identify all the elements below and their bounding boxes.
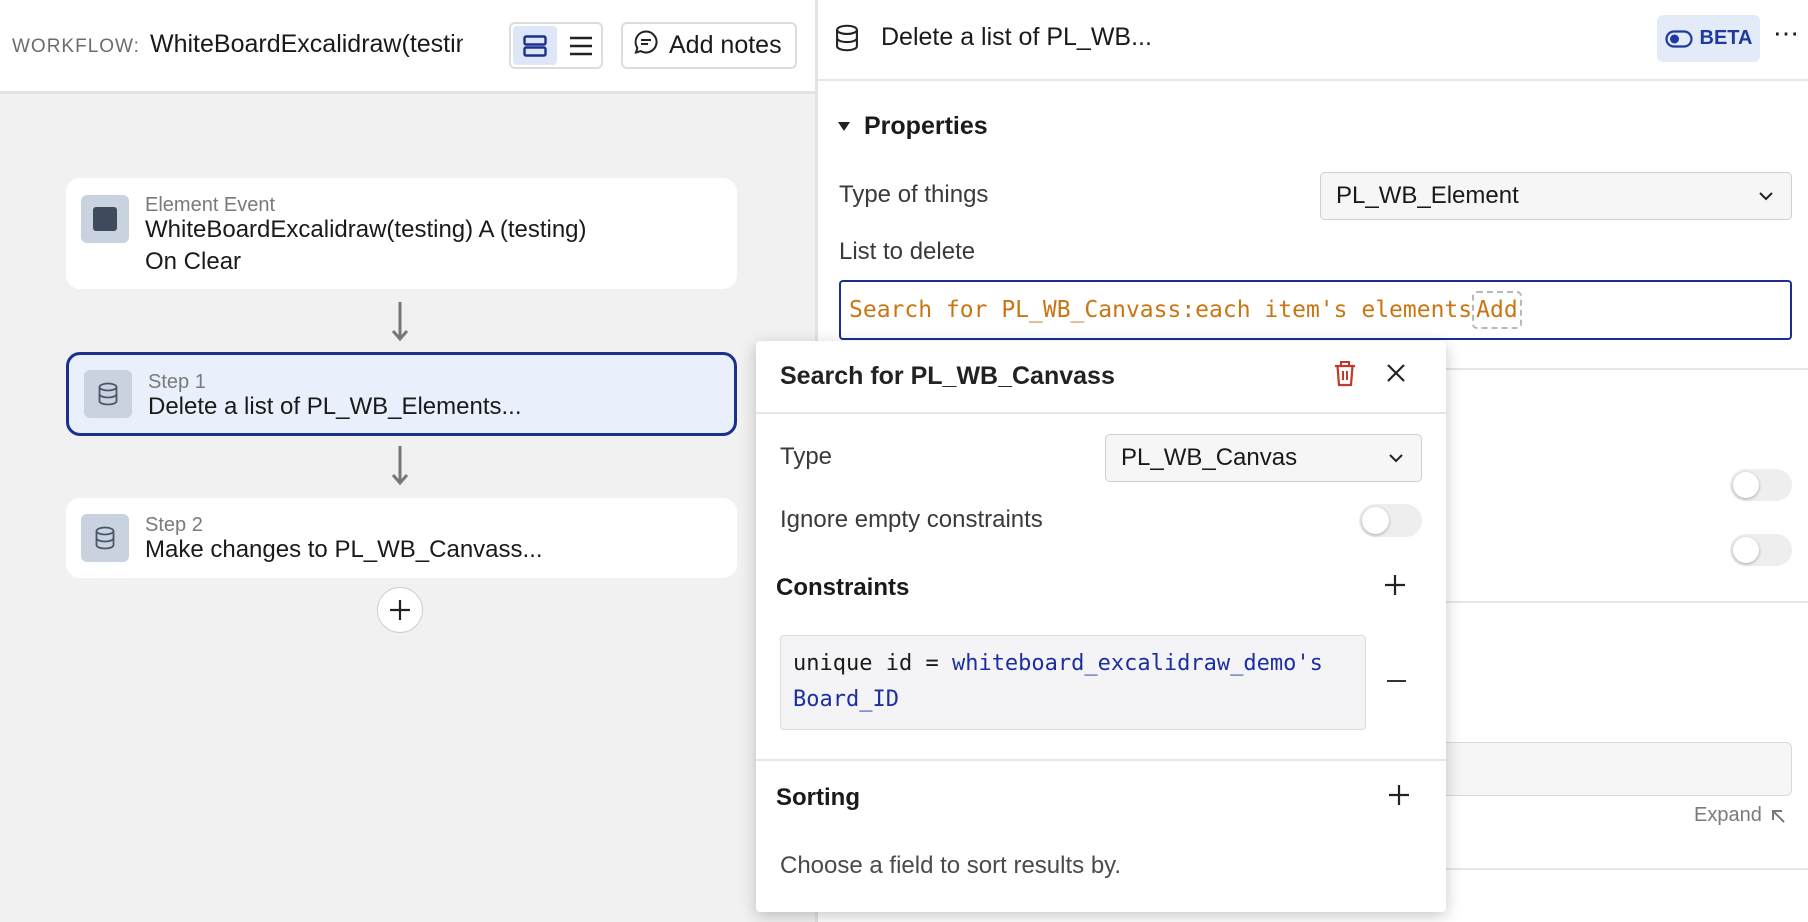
step-1-title: Delete a list of PL_WB_Elements... [148, 393, 522, 420]
properties-section-toggle[interactable]: Properties [838, 112, 988, 141]
ignore-empty-constraints-label: Ignore empty constraints [780, 506, 1043, 533]
sorting-label: Sorting [776, 784, 860, 811]
step-1-card[interactable]: Step 1 Delete a list of PL_WB_Elements..… [66, 352, 737, 436]
toggle-icon [1664, 29, 1693, 48]
panel-header: Delete a list of PL_WB... BETA ⋯ [818, 0, 1808, 81]
search-popover: Search for PL_WB_Canvass Type PL_WB_Canv… [756, 341, 1446, 912]
panel-text-input[interactable] [1438, 742, 1792, 796]
panel-toggle-1[interactable] [1730, 469, 1792, 501]
beta-toggle[interactable]: BETA [1657, 15, 1760, 62]
constraints-label: Constraints [776, 574, 910, 601]
workflow-label: WORKFLOW: [12, 36, 140, 57]
workflow-header: WORKFLOW: WhiteBoardExcalidraw(testing) … [0, 0, 815, 94]
expand-label: Expand [1694, 804, 1762, 826]
card-view-icon[interactable] [513, 26, 557, 65]
panel-toggle-2[interactable] [1730, 534, 1792, 566]
sorting-hint: Choose a field to sort results by. [780, 852, 1122, 879]
arrow-down-icon [391, 302, 409, 342]
divider [756, 759, 1446, 761]
search-type-select[interactable]: PL_WB_Canvas [1105, 434, 1422, 482]
workflow-canvas: WORKFLOW: WhiteBoardExcalidraw(testing) … [0, 0, 815, 922]
chevron-down-icon [1389, 454, 1403, 463]
type-of-things-label: Type of things [839, 181, 989, 208]
arrow-down-icon [391, 446, 409, 486]
type-of-things-value: PL_WB_Element [1336, 182, 1519, 209]
list-to-delete-expression[interactable]: Search for PL_WB_Canvass:each item's ele… [839, 280, 1792, 340]
type-of-things-select[interactable]: PL_WB_Element [1320, 172, 1792, 220]
list-view-icon[interactable] [561, 26, 601, 65]
search-type-value: PL_WB_Canvas [1121, 444, 1298, 471]
close-icon[interactable] [1386, 363, 1406, 383]
trash-icon[interactable] [1334, 361, 1356, 387]
database-icon [81, 514, 129, 562]
database-icon [84, 370, 132, 418]
divider [1438, 368, 1808, 370]
add-constraint-icon[interactable] [1384, 574, 1406, 596]
divider [756, 412, 1446, 414]
popover-title: Search for PL_WB_Canvass [780, 362, 1115, 390]
chevron-down-icon [1759, 192, 1773, 201]
stop-square-icon [81, 195, 129, 243]
add-step-button[interactable] [377, 587, 423, 633]
add-notes-button[interactable]: Add notes [621, 22, 797, 69]
event-trigger: On Clear [145, 248, 242, 275]
divider [1438, 601, 1808, 603]
add-notes-label: Add notes [669, 31, 782, 59]
list-expression-text[interactable]: Search for PL_WB_Canvass:each item's ele… [849, 297, 1472, 323]
constraint-expression[interactable]: unique id = whiteboard_excalidraw_demo's… [780, 635, 1366, 730]
workflow-name-field[interactable]: WhiteBoardExcalidraw(testing) [150, 30, 463, 59]
more-options-icon[interactable]: ⋯ [1773, 18, 1800, 49]
database-icon [836, 24, 858, 52]
add-sorting-icon[interactable] [1388, 784, 1410, 806]
add-expression-button[interactable]: Add [1472, 291, 1522, 329]
event-card[interactable]: Element Event WhiteBoardExcalidraw(testi… [66, 178, 737, 289]
view-toggle [509, 22, 603, 69]
expand-arrow-icon [1771, 809, 1785, 823]
panel-title: Delete a list of PL_WB... [881, 23, 1152, 51]
remove-constraint-icon[interactable] [1387, 680, 1406, 682]
search-type-label: Type [780, 443, 833, 470]
constraint-field: unique id = [793, 651, 939, 676]
expand-button[interactable]: Expand [1694, 804, 1786, 827]
beta-label: BETA [1699, 27, 1753, 49]
divider [1438, 868, 1808, 870]
ignore-empty-constraints-toggle[interactable] [1359, 504, 1422, 537]
step-2-title: Make changes to PL_WB_Canvass... [145, 536, 543, 563]
list-to-delete-label: List to delete [839, 238, 976, 265]
properties-label: Properties [864, 112, 988, 140]
caret-down-icon [838, 122, 850, 131]
plus-icon [390, 600, 410, 620]
event-title: WhiteBoardExcalidraw(testing) A (testing… [145, 216, 587, 243]
comment-icon [633, 29, 659, 62]
step-2-card[interactable]: Step 2 Make changes to PL_WB_Canvass... [66, 498, 737, 578]
